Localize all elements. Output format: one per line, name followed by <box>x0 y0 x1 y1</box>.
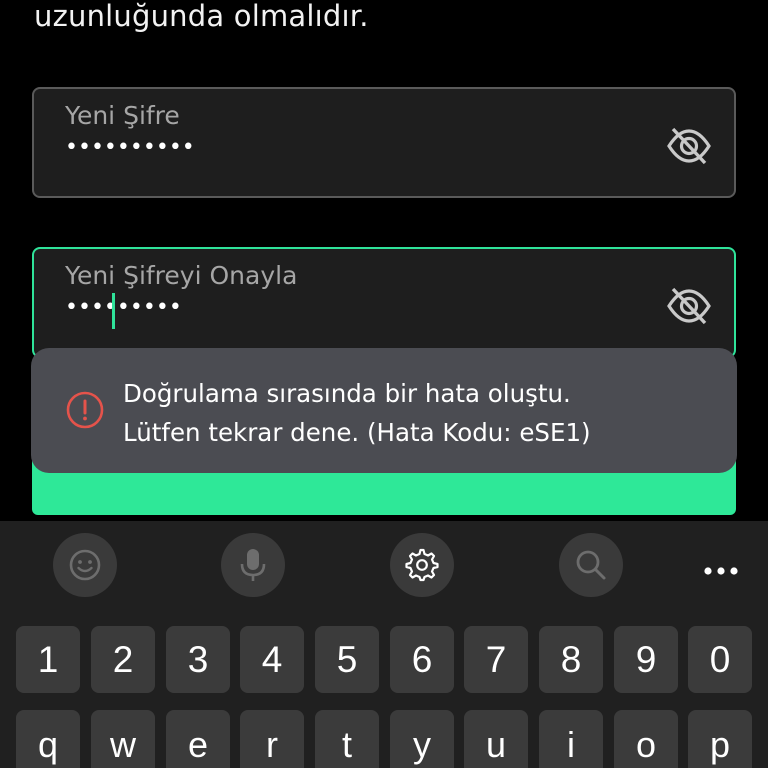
instruction-text: uzunluğunda olmalıdır. <box>34 0 369 33</box>
settings-icon[interactable] <box>390 533 454 597</box>
key-8[interactable]: 8 <box>539 626 603 693</box>
key-2[interactable]: 2 <box>91 626 155 693</box>
new-password-label: Yeni Şifre <box>65 101 180 130</box>
new-password-field[interactable]: Yeni Şifre •••••••••• <box>32 87 736 198</box>
emoji-icon[interactable] <box>53 533 117 597</box>
key-4[interactable]: 4 <box>240 626 304 693</box>
key-5[interactable]: 5 <box>315 626 379 693</box>
key-6[interactable]: 6 <box>390 626 454 693</box>
key-p[interactable]: p <box>688 710 752 768</box>
more-icon[interactable] <box>704 561 738 575</box>
key-7[interactable]: 7 <box>464 626 528 693</box>
key-u[interactable]: u <box>464 710 528 768</box>
eye-off-icon[interactable] <box>666 286 712 326</box>
confirm-password-field[interactable]: Yeni Şifreyi Onayla ••••••••• <box>32 247 736 358</box>
key-w[interactable]: w <box>91 710 155 768</box>
microphone-icon[interactable] <box>221 533 285 597</box>
key-q[interactable]: q <box>16 710 80 768</box>
key-9[interactable]: 9 <box>614 626 678 693</box>
key-3[interactable]: 3 <box>166 626 230 693</box>
key-o[interactable]: o <box>614 710 678 768</box>
text-cursor <box>112 293 115 329</box>
confirm-password-label: Yeni Şifreyi Onayla <box>65 261 298 290</box>
eye-off-icon[interactable] <box>666 126 712 166</box>
key-0[interactable]: 0 <box>688 626 752 693</box>
keyboard-toolbar <box>0 521 768 609</box>
key-t[interactable]: t <box>315 710 379 768</box>
search-icon[interactable] <box>559 533 623 597</box>
error-toast: Doğrulama sırasında bir hata oluştu. Lüt… <box>31 348 737 473</box>
key-i[interactable]: i <box>539 710 603 768</box>
key-y[interactable]: y <box>390 710 454 768</box>
soft-keyboard: 1 2 3 4 5 6 7 8 9 0 q w e r t y u i o p <box>0 521 768 768</box>
new-password-value: •••••••••• <box>65 135 195 160</box>
key-1[interactable]: 1 <box>16 626 80 693</box>
key-e[interactable]: e <box>166 710 230 768</box>
key-r[interactable]: r <box>240 710 304 768</box>
error-icon <box>65 390 105 430</box>
error-message: Doğrulama sırasında bir hata oluştu. Lüt… <box>123 379 591 447</box>
confirm-password-value: ••••••••• <box>65 295 182 320</box>
